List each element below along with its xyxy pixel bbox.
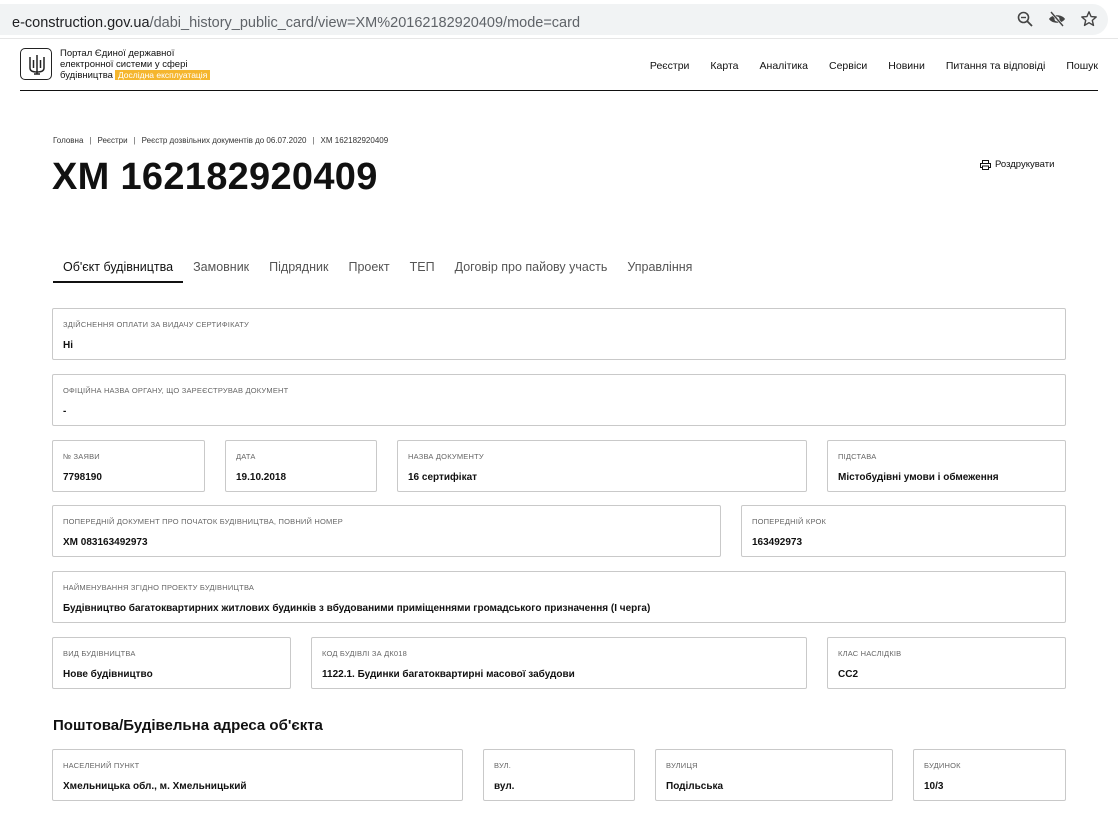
field-label: Попередній крок: [752, 517, 827, 526]
tab-contractor[interactable]: Підрядник: [259, 252, 338, 283]
field-label: Клас наслідків: [838, 649, 902, 658]
field-label: Підстава: [838, 452, 877, 461]
field-value: 7798190: [63, 472, 102, 483]
tab-tep[interactable]: ТЕП: [400, 252, 445, 283]
field-value: 16 сертифікат: [408, 472, 478, 483]
field-label: № заяви: [63, 452, 100, 461]
breadcrumb-separator: |: [312, 136, 315, 145]
field-value: Подільська: [666, 781, 724, 792]
tab-customer[interactable]: Замовник: [183, 252, 259, 283]
breadcrumb-permit-registry[interactable]: Реєстр дозвільних документів до 06.07.20…: [142, 136, 307, 145]
field-date: Дата 19.10.2018: [225, 440, 377, 492]
field-payment: Здійснення оплати за видачу сертифікату …: [52, 308, 1066, 360]
tab-management[interactable]: Управління: [617, 252, 702, 283]
field-street: Вулиця Подільська: [655, 749, 893, 801]
tab-shared-participation[interactable]: Договір про пайову участь: [445, 252, 618, 283]
nav-news[interactable]: Новини: [888, 60, 925, 72]
site-header: Портал Єдиної державної електронної сист…: [20, 46, 1098, 91]
beta-badge: Дослідна експлуатація: [114, 70, 211, 80]
field-label: Населений пункт: [63, 761, 140, 770]
field-value: вул.: [494, 781, 515, 792]
page-title: ХМ 162182920409: [52, 156, 378, 198]
field-label: Здійснення оплати за видачу сертифікату: [63, 320, 249, 329]
field-label: Попередній документ про початок будівниц…: [63, 517, 343, 526]
nav-faq[interactable]: Питання та відповіді: [946, 60, 1046, 72]
nav-search[interactable]: Пошук: [1066, 60, 1098, 72]
nav-map[interactable]: Карта: [710, 60, 738, 72]
breadcrumb-home[interactable]: Головна: [53, 136, 83, 145]
field-label: Офіційна назва органу, що зареєстрував д…: [63, 386, 289, 395]
field-value: 1122.1. Будинки багатоквартирні масової …: [322, 669, 575, 680]
field-document-name: Назва документу 16 сертифікат: [397, 440, 807, 492]
zoom-icon[interactable]: [1016, 10, 1034, 28]
address-section-title: Поштова/Будівельна адреса об'єкта: [53, 717, 323, 734]
trident-logo[interactable]: [20, 48, 52, 80]
trident-icon: [29, 55, 45, 75]
breadcrumb-registries[interactable]: Реєстри: [97, 136, 127, 145]
field-label: Дата: [236, 452, 256, 461]
nav-services[interactable]: Сервіси: [829, 60, 867, 72]
brand-text[interactable]: Портал Єдиної державної електронної сист…: [60, 48, 211, 82]
field-label: Найменування згідно проекту будівництва: [63, 583, 255, 592]
nav-registries[interactable]: Реєстри: [650, 60, 690, 72]
main-nav: Реєстри Карта Аналітика Сервіси Новини П…: [650, 60, 1098, 72]
url-host: e-construction.gov.ua: [12, 15, 150, 31]
field-construction-type: Вид будівництва Нове будівництво: [52, 637, 291, 689]
breadcrumb-current: ХМ 162182920409: [320, 136, 389, 145]
print-label: Роздрукувати: [995, 159, 1055, 170]
brand-line-2: електронної системи у сфері: [60, 58, 188, 70]
field-application-number: № заяви 7798190: [52, 440, 205, 492]
eye-off-icon[interactable]: [1048, 10, 1066, 28]
print-button[interactable]: Роздрукувати: [980, 159, 1054, 170]
field-building-number: Будинок 10/3: [913, 749, 1066, 801]
field-project-name: Найменування згідно проекту будівництва …: [52, 571, 1066, 623]
brand-line-3: будівництва: [60, 70, 113, 81]
field-previous-document: Попередній документ про початок будівниц…: [52, 505, 721, 557]
field-value: 10/3: [924, 781, 944, 792]
field-value: Містобудівні умови і обмеження: [838, 472, 999, 483]
field-consequence-class: Клас наслідків СС2: [827, 637, 1066, 689]
url-path: /dabi_history_public_card/view=ХМ%201621…: [149, 15, 581, 31]
tab-bar: Об'єкт будівництва Замовник Підрядник Пр…: [53, 252, 702, 283]
field-building-code: Код будівлі за ДК018 1122.1. Будинки баг…: [311, 637, 807, 689]
address-bar[interactable]: e-construction.gov.ua/dabi_history_publi…: [0, 4, 1108, 35]
field-label: Вид будівництва: [63, 649, 136, 658]
field-value: -: [63, 406, 67, 417]
field-value: ХМ 083163492973: [63, 537, 148, 548]
field-previous-step: Попередній крок 163492973: [741, 505, 1066, 557]
tab-object[interactable]: Об'єкт будівництва: [53, 252, 184, 283]
field-value: Хмельницька обл., м. Хмельницький: [63, 781, 247, 792]
field-label: Будинок: [924, 761, 961, 770]
field-label: Назва документу: [408, 452, 484, 461]
field-locality: Населений пункт Хмельницька обл., м. Хме…: [52, 749, 463, 801]
field-basis: Підстава Містобудівні умови і обмеження: [827, 440, 1066, 492]
field-value: Будівництво багатоквартирних житлових бу…: [63, 603, 651, 614]
breadcrumb-separator: |: [89, 136, 92, 145]
field-value: СС2: [838, 669, 859, 680]
field-label: Вул.: [494, 761, 512, 770]
star-icon[interactable]: [1080, 10, 1098, 28]
url-text[interactable]: e-construction.gov.ua/dabi_history_publi…: [12, 15, 580, 31]
field-label: Вулиця: [666, 761, 698, 770]
browser-toolbar: e-construction.gov.ua/dabi_history_publi…: [0, 0, 1118, 39]
field-value: Ні: [63, 340, 73, 351]
breadcrumb-separator: |: [133, 136, 136, 145]
nav-analytics[interactable]: Аналітика: [760, 60, 808, 72]
field-street-type: Вул. вул.: [483, 749, 635, 801]
breadcrumb: Головна | Реєстри | Реєстр дозвільних докуме…: [53, 136, 388, 145]
field-value: 19.10.2018: [236, 472, 287, 483]
field-value: Нове будівництво: [63, 669, 153, 680]
field-value: 163492973: [752, 537, 803, 548]
tab-project[interactable]: Проект: [338, 252, 399, 283]
brand-line-1: Портал Єдиної державної: [60, 48, 175, 59]
printer-icon: [980, 159, 991, 170]
field-authority: Офіційна назва органу, що зареєстрував д…: [52, 374, 1066, 426]
field-label: Код будівлі за ДК018: [322, 649, 408, 658]
